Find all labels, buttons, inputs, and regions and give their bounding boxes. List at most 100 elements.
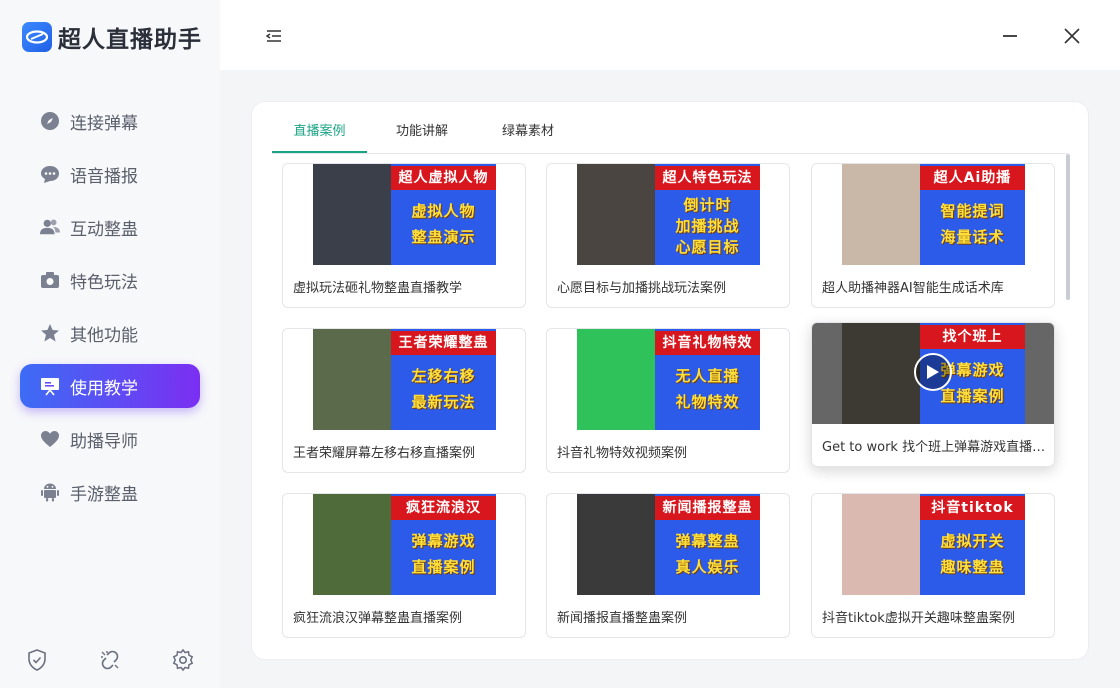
promo-line-2: 海量话术 (940, 228, 1005, 246)
promo-title: 疯狂流浪汉 (391, 496, 496, 520)
case-thumbnail: 抖音tiktok 虚拟开关 趣味整蛊 (812, 494, 1054, 595)
shield-check-icon[interactable] (25, 648, 49, 672)
play-icon[interactable] (914, 353, 952, 391)
streamer-photo (313, 329, 391, 430)
promo-banner: 王者荣耀整蛊 左移右移 最新玩法 (391, 329, 496, 430)
promo-line-1: 弹幕整蛊 (675, 532, 740, 550)
compass-icon (40, 111, 60, 131)
case-caption: Get to work 找个班上弹幕游戏直播案例 (822, 440, 1048, 455)
promo-line-2: 最新玩法 (411, 393, 476, 411)
case-card[interactable]: 抖音tiktok 虚拟开关 趣味整蛊 抖音tiktok虚拟开关趣味整蛊案例 (811, 493, 1055, 638)
sidebar-item-label: 使用教学 (70, 378, 138, 399)
gear-icon[interactable] (171, 648, 195, 672)
promo-banner: 疯狂流浪汉 弹幕游戏 直播案例 (391, 494, 496, 595)
promo-banner: 抖音礼物特效 无人直播 礼物特效 (655, 329, 760, 430)
case-card[interactable]: 超人虚拟人物虚拟人物整蛊演示虚拟玩法砸礼物整蛊直播教学 (282, 163, 526, 308)
promo-line-2: 整蛊演示 (411, 228, 476, 246)
sidebar-item-label: 其他功能 (70, 325, 138, 346)
case-caption: 抖音tiktok虚拟开关趣味整蛊案例 (822, 611, 1015, 626)
promo-line-1: 倒计时 (683, 196, 732, 214)
thumbnail-image: 新闻播报整蛊 弹幕整蛊 真人娱乐 (577, 494, 760, 595)
sidebar-item-interactive-prank[interactable]: 互动整蛊 (20, 205, 200, 249)
sidebar-item-special-play[interactable]: 特色玩法 (20, 258, 200, 302)
case-card[interactable]: 抖音礼物特效 无人直播 礼物特效 抖音礼物特效视频案例 (546, 328, 790, 473)
promo-line-1: 虚拟人物 (411, 202, 476, 220)
sidebar: 超人直播助手 连接弹幕 语音播报 互动整蛊 特色玩法 其他功能 使用教学 助播导… (0, 0, 220, 688)
thumbnail-image: 抖音tiktok 虚拟开关 趣味整蛊 (842, 494, 1025, 595)
tab-live-cases[interactable]: 直播案例 (272, 118, 367, 153)
case-card[interactable]: 超人特色玩法 倒计时 加播挑战 心愿目标 心愿目标与加播挑战玩法案例 (546, 163, 790, 308)
streamer-photo (842, 323, 920, 424)
case-card[interactable]: 超人Ai助播 智能提词 海量话术超人助播神器AI智能生成话术库 (811, 163, 1055, 308)
case-caption: 超人助播神器AI智能生成话术库 (822, 281, 1004, 296)
promo-title: 王者荣耀整蛊 (391, 331, 496, 355)
case-caption: 新闻播报直播整蛊案例 (557, 611, 688, 626)
sidebar-item-voice-broadcast[interactable]: 语音播报 (20, 152, 200, 196)
star-icon (40, 323, 60, 343)
sidebar-bottom-toolbar (0, 648, 220, 674)
sidebar-item-assistant-mentor[interactable]: 助播导师 (20, 417, 200, 461)
case-caption: 虚拟玩法砸礼物整蛊直播教学 (293, 281, 463, 296)
case-thumbnail: 抖音礼物特效 无人直播 礼物特效 (547, 329, 789, 430)
case-caption: 疯狂流浪汉弹幕整蛊直播案例 (293, 611, 463, 626)
case-thumbnail: 超人Ai助播 智能提词 海量话术 (812, 164, 1054, 265)
logo-icon (22, 22, 52, 52)
sidebar-item-other-functions[interactable]: 其他功能 (20, 311, 200, 355)
sidebar-item-label: 互动整蛊 (70, 219, 138, 240)
thumbnail-image: 超人Ai助播 智能提词 海量话术 (842, 164, 1025, 265)
streamer-photo (842, 164, 920, 265)
case-card[interactable]: 新闻播报整蛊 弹幕整蛊 真人娱乐 新闻播报直播整蛊案例 (546, 493, 790, 638)
case-caption: 心愿目标与加播挑战玩法案例 (557, 281, 727, 296)
promo-banner: 超人特色玩法 倒计时 加播挑战 心愿目标 (655, 164, 760, 265)
promo-title: 超人特色玩法 (655, 166, 760, 190)
minimize-icon[interactable] (1000, 26, 1020, 46)
app-logo: 超人直播助手 (22, 20, 202, 54)
promo-line-1: 弹幕游戏 (411, 532, 476, 550)
close-icon[interactable] (1062, 26, 1082, 46)
case-thumbnail: 超人特色玩法 倒计时 加播挑战 心愿目标 (547, 164, 789, 265)
thumbnail-image: 超人特色玩法 倒计时 加播挑战 心愿目标 (577, 164, 760, 265)
promo-line-1: 无人直播 (675, 367, 740, 385)
collapse-sidebar-icon[interactable] (264, 26, 284, 46)
sidebar-item-tutorial[interactable]: 使用教学 (20, 364, 200, 408)
chat-bubble-icon (40, 164, 60, 184)
promo-line-2: 加播挑战 (675, 217, 740, 235)
streamer-photo (577, 494, 655, 595)
sidebar-item-label: 助播导师 (70, 431, 138, 452)
promo-title: 新闻播报整蛊 (655, 496, 760, 520)
sidebar-item-connect-danmaku[interactable]: 连接弹幕 (20, 99, 200, 143)
sidebar-item-mobile-game-prank[interactable]: 手游整蛊 (20, 470, 200, 514)
scrollbar[interactable] (1066, 154, 1070, 300)
camera-icon (40, 270, 60, 290)
sidebar-item-label: 连接弹幕 (70, 113, 138, 134)
case-caption: 王者荣耀屏幕左移右移直播案例 (293, 446, 476, 461)
presentation-icon (40, 376, 60, 396)
promo-line-2: 礼物特效 (675, 393, 740, 411)
promo-title: 找个班上 (920, 325, 1025, 349)
case-caption: 抖音礼物特效视频案例 (557, 446, 688, 461)
broken-link-icon[interactable] (98, 648, 122, 672)
promo-title: 抖音tiktok (920, 496, 1025, 520)
content-panel: 直播案例 功能讲解 绿幕素材 超人虚拟人物虚拟人物整蛊演示虚拟玩法砸礼物整蛊直播… (251, 101, 1089, 660)
case-thumbnail: 找个班上 弹幕游戏 直播案例 (812, 323, 1054, 424)
tab-feature-explanation[interactable]: 功能讲解 (382, 118, 462, 153)
title-bar (220, 0, 1120, 70)
promo-line-1: 虚拟开关 (940, 532, 1005, 550)
streamer-photo (313, 494, 391, 595)
thumbnail-image: 抖音礼物特效 无人直播 礼物特效 (577, 329, 760, 430)
case-card[interactable]: 疯狂流浪汉 弹幕游戏 直播案例 疯狂流浪汉弹幕整蛊直播案例 (282, 493, 526, 638)
case-card[interactable]: 找个班上 弹幕游戏 直播案例 Get to work 找个班上弹幕游戏直播案例 (811, 322, 1055, 467)
promo-banner: 超人Ai助播 智能提词 海量话术 (920, 164, 1025, 265)
thumbnail-image: 王者荣耀整蛊 左移右移 最新玩法 (313, 329, 496, 430)
promo-banner: 超人虚拟人物虚拟人物整蛊演示 (391, 164, 496, 265)
tab-greenscreen-assets[interactable]: 绿幕素材 (488, 118, 568, 153)
promo-title: 超人虚拟人物 (391, 166, 496, 190)
case-thumbnail: 超人虚拟人物虚拟人物整蛊演示 (283, 164, 525, 265)
promo-banner: 新闻播报整蛊 弹幕整蛊 真人娱乐 (655, 494, 760, 595)
sidebar-item-label: 语音播报 (70, 166, 138, 187)
case-thumbnail: 新闻播报整蛊 弹幕整蛊 真人娱乐 (547, 494, 789, 595)
promo-title: 超人Ai助播 (920, 166, 1025, 190)
case-thumbnail: 疯狂流浪汉 弹幕游戏 直播案例 (283, 494, 525, 595)
case-card[interactable]: 王者荣耀整蛊 左移右移 最新玩法王者荣耀屏幕左移右移直播案例 (282, 328, 526, 473)
streamer-photo (577, 164, 655, 265)
